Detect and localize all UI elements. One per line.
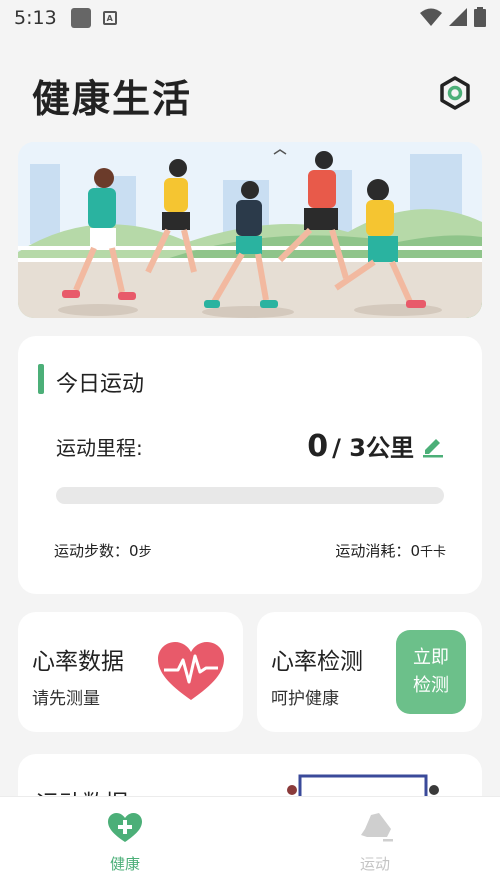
runners-illustration <box>18 142 482 318</box>
calories-value: 0 <box>410 542 420 560</box>
nav-item-health[interactable]: 健康 <box>0 797 250 888</box>
steps-stat: 运动步数：0步 <box>54 540 152 561</box>
measure-now-button[interactable]: 立即 检测 <box>396 630 466 714</box>
wifi-icon <box>420 8 442 26</box>
steps-label: 运动步数： <box>54 542 130 560</box>
heart-rate-check-title: 心率检测 <box>271 649 363 675</box>
measure-now-line2: 检测 <box>413 675 449 696</box>
nav-label-health: 健康 <box>109 855 140 873</box>
today-title: 今日运动 <box>56 372 145 397</box>
calories-unit: 千卡 <box>419 545 446 560</box>
status-time: 5:13 <box>14 7 57 29</box>
distance-label: 运动里程: <box>56 436 143 460</box>
nav-item-exercise[interactable]: 运动 <box>250 797 500 888</box>
heart-rate-data-title: 心率数据 <box>32 649 124 675</box>
heart-rate-data-subtitle: 请先测量 <box>32 689 100 709</box>
distance-current: 0 <box>307 429 329 464</box>
settings-button[interactable] <box>436 74 474 112</box>
distance-progress-bar <box>56 487 444 504</box>
measure-now-line1: 立即 <box>413 647 449 668</box>
signal-icon <box>449 8 467 26</box>
bottom-nav: 健康 运动 <box>0 796 500 888</box>
edit-goal-button[interactable] <box>420 432 446 458</box>
settings-icon <box>440 76 470 110</box>
calories-label: 运动消耗： <box>335 542 411 560</box>
steps-value: 0 <box>129 542 139 560</box>
heart-pulse-icon <box>158 642 224 700</box>
running-banner <box>18 142 482 318</box>
page-title: 健康生活 <box>32 77 193 121</box>
distance-value: 0 / 3公里 <box>307 428 414 464</box>
status-icons <box>420 7 486 27</box>
heart-plus-icon <box>108 813 142 842</box>
steps-unit: 步 <box>138 545 152 560</box>
pencil-icon <box>423 439 443 458</box>
heart-rate-data-card[interactable]: 心率数据 请先测量 <box>18 612 243 732</box>
status-bar: 5:13 A <box>0 0 500 36</box>
notification-icon <box>70 8 91 28</box>
distance-goal: / 3公里 <box>332 434 414 462</box>
nav-label-exercise: 运动 <box>359 855 390 873</box>
battery-icon <box>474 7 486 27</box>
heart-rate-check-card: 心率检测 呵护健康 立即 检测 <box>257 612 482 732</box>
section-accent-bar <box>38 364 44 394</box>
sneaker-icon <box>361 813 393 842</box>
today-exercise-card: 今日运动 运动里程: 0 / 3公里 运动步数：0步 运动消耗：0千卡 <box>18 336 482 594</box>
heart-rate-check-subtitle: 呵护健康 <box>271 689 339 709</box>
calories-stat: 运动消耗：0千卡 <box>335 540 446 561</box>
app-notification-icon: A <box>102 11 117 25</box>
